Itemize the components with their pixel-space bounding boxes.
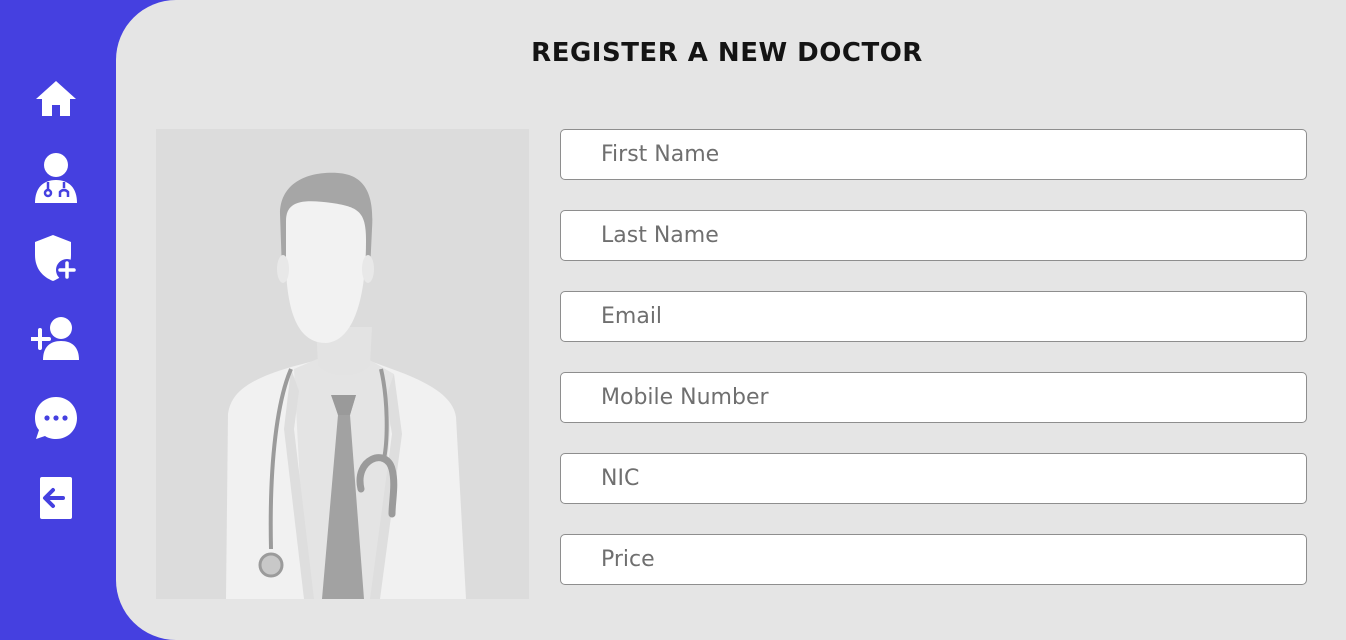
sidebar-item-home[interactable] xyxy=(30,72,82,124)
email-input[interactable] xyxy=(560,291,1307,342)
logout-icon xyxy=(40,477,72,519)
sidebar-item-add-user[interactable] xyxy=(30,312,82,364)
mobile-number-input[interactable] xyxy=(560,372,1307,423)
doctor-icon xyxy=(35,153,77,203)
first-name-input[interactable] xyxy=(560,129,1307,180)
chat-bubble-icon xyxy=(35,397,77,439)
nic-input[interactable] xyxy=(560,453,1307,504)
shield-plus-icon xyxy=(35,235,78,281)
sidebar xyxy=(0,0,116,594)
main-panel: REGISTER A NEW DOCTOR xyxy=(116,0,1346,640)
sidebar-item-insurance[interactable] xyxy=(30,232,82,284)
page-title: REGISTER A NEW DOCTOR xyxy=(531,38,923,68)
sidebar-item-messages[interactable] xyxy=(30,392,82,444)
home-icon xyxy=(36,81,76,116)
sidebar-item-doctor[interactable] xyxy=(30,152,82,204)
sidebar-item-logout[interactable] xyxy=(30,472,82,524)
last-name-input[interactable] xyxy=(560,210,1307,261)
doctor-placeholder-image xyxy=(156,129,529,599)
price-input[interactable] xyxy=(560,534,1307,585)
user-plus-icon xyxy=(31,317,79,360)
